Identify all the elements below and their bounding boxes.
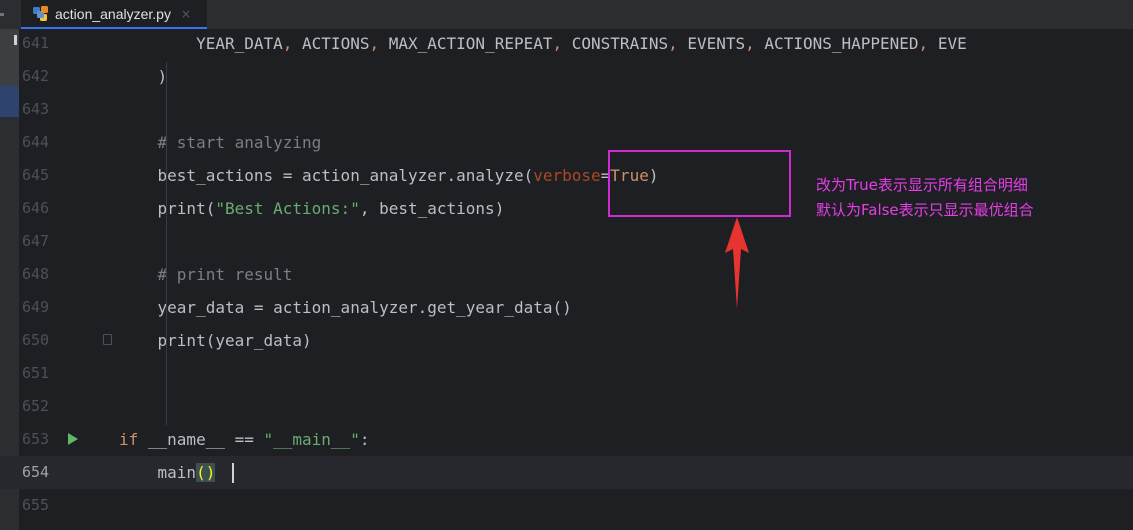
- code-token: EVENTS: [687, 34, 746, 53]
- code-token: print(: [119, 199, 216, 218]
- python-file-icon: [33, 5, 48, 21]
- code-text: if __name__ == "__main__":: [119, 423, 369, 456]
- code-token: print(year_data): [119, 331, 312, 350]
- code-token: (): [196, 463, 216, 482]
- code-line[interactable]: 642 ): [0, 60, 1133, 93]
- line-number: 649: [22, 298, 50, 316]
- annotation-line-2: 默认为False表示只显示最优组合: [816, 201, 1034, 219]
- code-token: "Best Actions:": [215, 199, 360, 218]
- code-line[interactable]: 641 YEAR_DATA, ACTIONS, MAX_ACTION_REPEA…: [0, 27, 1133, 60]
- code-line[interactable]: 648 # print result: [0, 258, 1133, 291]
- line-number: 644: [22, 133, 50, 151]
- code-token: __name__: [138, 430, 235, 449]
- code-text: print("Best Actions:", best_actions): [119, 192, 505, 225]
- code-token: , best_actions): [359, 199, 505, 218]
- code-line[interactable]: 649 year_data = action_analyzer.get_year…: [0, 291, 1133, 324]
- tab-close-icon[interactable]: ×: [181, 7, 191, 21]
- highlight-box: [608, 150, 791, 217]
- code-token: main: [119, 463, 197, 482]
- red-arrow-icon: [725, 217, 749, 309]
- line-number: 646: [22, 199, 50, 217]
- code-text: # start analyzing: [119, 126, 322, 159]
- annotation-note: 改为True表示显示所有组合明细 默认为False表示只显示最优组合: [816, 173, 1034, 223]
- code-token: MAX_ACTION_REPEAT: [388, 34, 553, 53]
- line-number: 653: [22, 430, 50, 448]
- line-number: 647: [22, 232, 50, 250]
- code-text: # print result: [119, 258, 293, 291]
- code-line[interactable]: 644 # start analyzing: [0, 126, 1133, 159]
- annotation-line-1: 改为True表示显示所有组合明细: [816, 176, 1028, 194]
- code-token: :: [359, 430, 370, 449]
- code-token: ACTIONS_HAPPENED: [764, 34, 919, 53]
- code-text: best_actions = action_analyzer.analyze(v…: [119, 159, 659, 192]
- code-token: YEAR_DATA: [119, 34, 283, 53]
- indent-guide: [166, 62, 167, 425]
- code-line[interactable]: 652: [0, 390, 1133, 423]
- code-token: ,: [552, 34, 572, 53]
- code-line[interactable]: 654 main(): [0, 456, 1133, 489]
- line-number: 654: [22, 463, 50, 481]
- code-token: # start analyzing: [119, 133, 322, 152]
- code-line[interactable]: 643: [0, 93, 1133, 126]
- line-number: 641: [22, 34, 50, 52]
- text-caret: [232, 463, 234, 483]
- code-line[interactable]: 647: [0, 225, 1133, 258]
- tab-bar-edge-marker: [0, 13, 4, 16]
- code-text: YEAR_DATA, ACTIONS, MAX_ACTION_REPEAT, C…: [119, 27, 967, 60]
- editor-tab-bar: action_analyzer.py ×: [0, 0, 1133, 30]
- run-icon[interactable]: [68, 433, 78, 445]
- line-number: 643: [22, 100, 50, 118]
- line-number: 655: [22, 496, 50, 514]
- code-token: ): [119, 67, 168, 86]
- code-text: year_data = action_analyzer.get_year_dat…: [119, 291, 572, 324]
- line-number: 645: [22, 166, 50, 184]
- line-number: 650: [22, 331, 50, 349]
- code-text: ): [119, 60, 168, 93]
- code-text: print(year_data): [119, 324, 312, 357]
- tab-label: action_analyzer.py: [55, 5, 171, 22]
- fold-marker-icon[interactable]: [103, 334, 112, 345]
- code-token: ==: [234, 430, 254, 449]
- code-token: ,: [668, 34, 688, 53]
- code-token: ,: [282, 34, 303, 53]
- code-token: best_actions = action_analyzer.analyze(: [119, 166, 534, 185]
- code-token: ,: [745, 34, 765, 53]
- code-token: ACTIONS: [302, 34, 370, 53]
- code-line[interactable]: 653 if __name__ == "__main__":: [0, 423, 1133, 456]
- code-token: ,: [918, 34, 938, 53]
- code-line[interactable]: 655: [0, 489, 1133, 522]
- line-number: 651: [22, 364, 50, 382]
- code-token: year_data = action_analyzer.get_year_dat…: [119, 298, 572, 317]
- code-token: verbose: [533, 166, 601, 185]
- code-token: ,: [369, 34, 389, 53]
- code-text: main(): [119, 456, 216, 489]
- line-number: 652: [22, 397, 50, 415]
- code-line[interactable]: 651: [0, 357, 1133, 390]
- code-token: if: [119, 430, 139, 449]
- code-token: # print result: [119, 265, 293, 284]
- code-line[interactable]: 650 print(year_data): [0, 324, 1133, 357]
- code-token: EVE: [937, 34, 967, 53]
- code-token: CONSTRAINS: [571, 34, 669, 53]
- code-token: "__main__": [253, 430, 360, 449]
- line-number: 642: [22, 67, 50, 85]
- line-number: 648: [22, 265, 50, 283]
- code-editor[interactable]: 641 YEAR_DATA, ACTIONS, MAX_ACTION_REPEA…: [0, 29, 1133, 530]
- tab-action-analyzer[interactable]: action_analyzer.py ×: [21, 0, 207, 29]
